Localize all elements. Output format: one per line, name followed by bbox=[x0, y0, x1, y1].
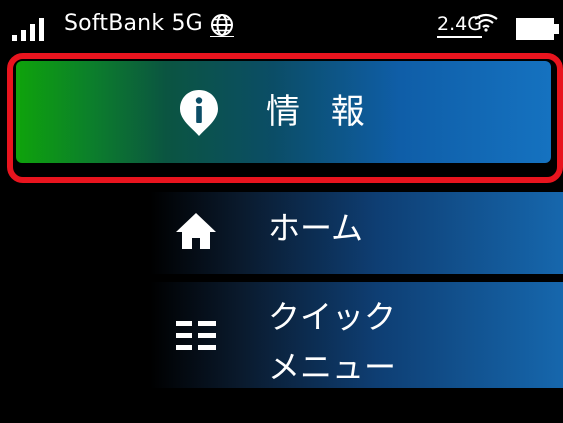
quick-menu-label-line-2: メニュー bbox=[268, 348, 397, 386]
signal-bars-icon bbox=[12, 17, 52, 41]
carrier-name: SoftBank 5G bbox=[64, 11, 203, 36]
quick-menu-label-line-1: クイック bbox=[268, 298, 397, 336]
quick-menu-icon bbox=[176, 321, 216, 350]
battery-icon bbox=[516, 18, 559, 40]
menu-item-quick-menu-label: クイック メニュー bbox=[268, 292, 396, 392]
wifi-icon bbox=[474, 13, 498, 32]
menu-item-home-label: ホーム bbox=[268, 209, 364, 247]
status-bar: SoftBank 5G 2.4G bbox=[0, 0, 563, 44]
home-icon bbox=[176, 213, 216, 249]
menu-item-info-label: 情 報 bbox=[266, 92, 375, 132]
device-screen: SoftBank 5G 2.4G 情 報 ホーム クイック メニュー bbox=[0, 0, 563, 423]
globe-icon bbox=[210, 14, 234, 37]
info-pin-icon bbox=[180, 90, 218, 136]
